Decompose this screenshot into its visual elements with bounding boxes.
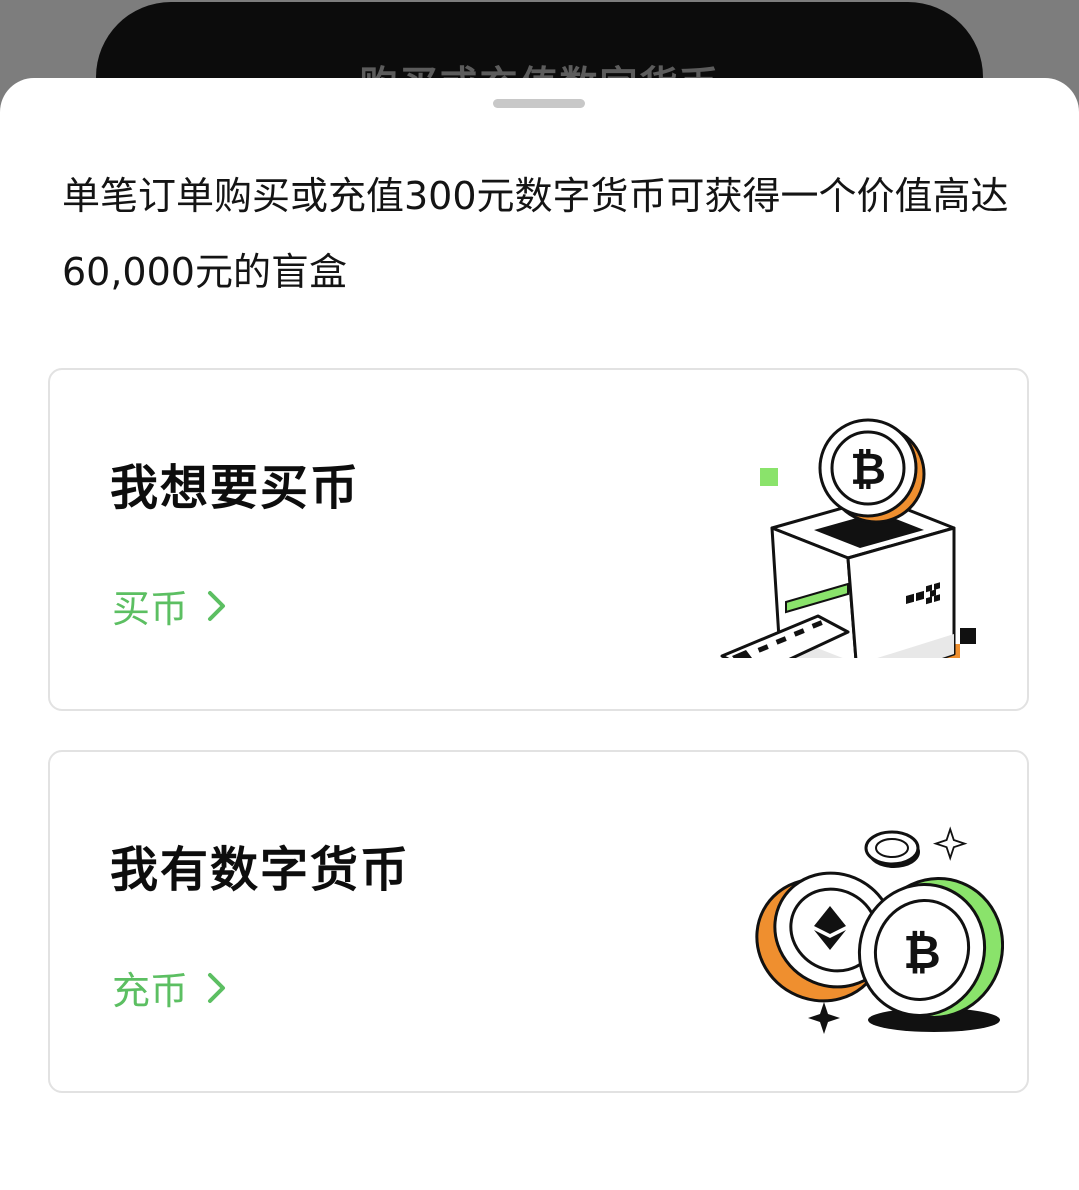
buy-crypto-link[interactable]: 买币 xyxy=(112,578,228,633)
bitcoin-card-machine-icon: ₿ xyxy=(720,418,976,658)
buy-crypto-title: 我想要买币 xyxy=(110,460,361,516)
chevron-right-icon xyxy=(208,590,226,621)
chevron-right-icon xyxy=(208,972,226,1003)
deposit-crypto-title: 我有数字货币 xyxy=(110,842,411,898)
deposit-crypto-link-label: 充币 xyxy=(112,969,189,1013)
deposit-crypto-link[interactable]: 充币 xyxy=(112,960,228,1015)
svg-text:₿: ₿ xyxy=(903,925,941,979)
buy-crypto-card[interactable]: 我想要买币 买币 ₿ xyxy=(48,368,1029,711)
promo-text: 单笔订单购买或充值300元数字货币可获得一个价值高达60,000元的盲盒 xyxy=(62,174,1009,294)
deposit-crypto-card[interactable]: 我有数字货币 充币 ₿ xyxy=(48,750,1029,1093)
svg-text:₿: ₿ xyxy=(850,444,886,495)
buy-crypto-link-label: 买币 xyxy=(112,587,189,631)
crypto-coins-icon: ₿ xyxy=(755,826,1004,1034)
sheet-drag-handle[interactable] xyxy=(493,99,585,108)
bottom-sheet: 单笔订单购买或充值300元数字货币可获得一个价值高达60,000元的盲盒 我想要… xyxy=(0,78,1079,1190)
